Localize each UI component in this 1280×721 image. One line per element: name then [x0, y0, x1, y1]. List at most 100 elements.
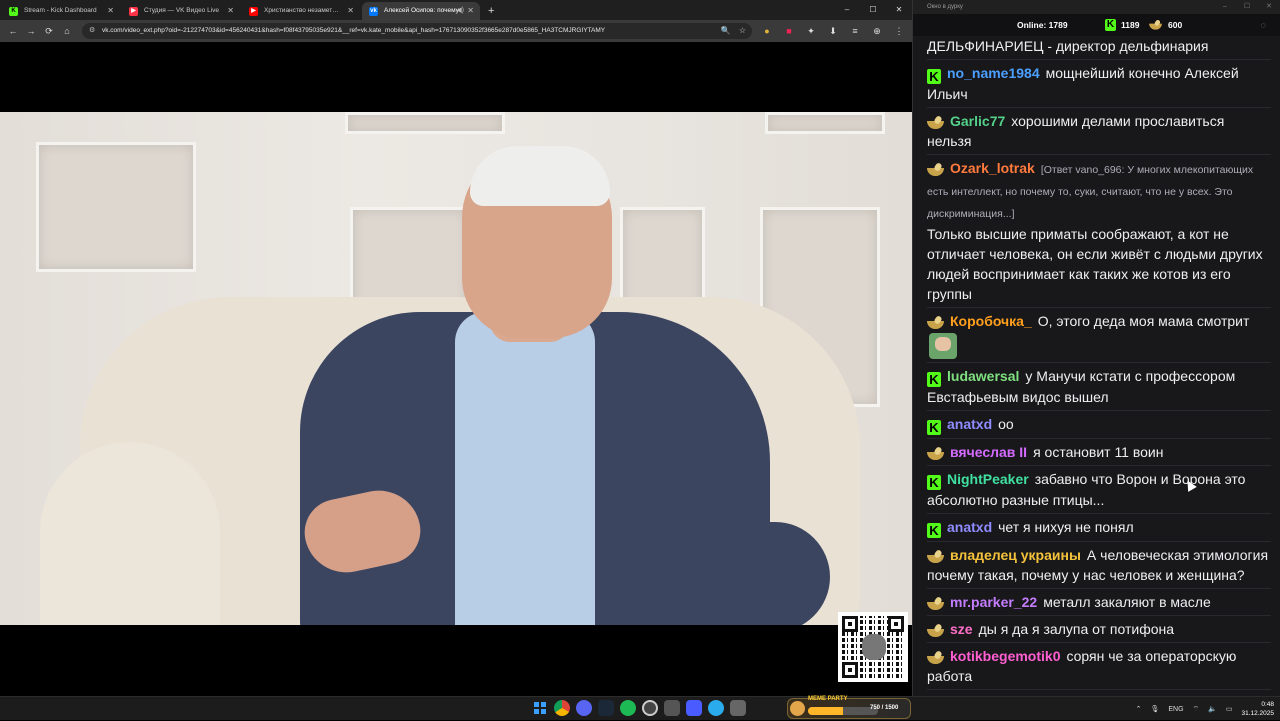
volume-icon[interactable]: 🔈	[1208, 705, 1217, 713]
minimize-button[interactable]: –	[1214, 0, 1236, 14]
steam-icon[interactable]	[598, 700, 614, 716]
chat-message: Kludawersal у Манучи кстати с профессором…	[927, 363, 1271, 411]
forward-button[interactable]: →	[22, 26, 40, 36]
gold-badge-icon	[1149, 21, 1162, 30]
windows-start-icon[interactable]	[532, 700, 548, 716]
gold-badge-icon	[927, 165, 944, 176]
extension-icon[interactable]: ●	[758, 26, 776, 37]
new-tab-button[interactable]: +	[480, 2, 502, 20]
reload-button[interactable]: ⟳	[40, 26, 58, 37]
gold-badge-icon	[927, 599, 944, 610]
chat-username[interactable]: ludawersal	[947, 368, 1019, 384]
bookmark-star-icon[interactable]: ☆	[739, 23, 746, 39]
chat-message-list[interactable]: ДЕЛЬФИНАРИЕЦ - директор дельфинария Kno_n…	[913, 36, 1280, 690]
discord-icon[interactable]	[576, 700, 592, 716]
video-player[interactable]	[0, 42, 912, 696]
chat-username[interactable]: sze	[950, 621, 973, 637]
address-bar[interactable]: ⚙ vk.com/video_ext.php?oid=-212274703&id…	[82, 23, 752, 39]
site-info-icon[interactable]: ⚙	[89, 23, 95, 39]
person-hair	[470, 146, 610, 206]
app-icon[interactable]	[730, 700, 746, 716]
meme-party-widget[interactable]: MEME PARTY 750 / 1500	[787, 696, 911, 719]
extension-puzzle-icon[interactable]: ✦	[802, 26, 820, 37]
chat-stats-bar: Online: 1789 K 1189 600 ◌	[913, 14, 1280, 36]
chat-message: Ozark_lotrak [Ответ vano_696: У многих мл…	[927, 155, 1271, 308]
close-tab-icon[interactable]: ✕	[347, 2, 354, 20]
profile-icon[interactable]: ⊕	[868, 26, 886, 37]
close-tab-icon[interactable]: ✕	[467, 2, 474, 20]
persona-emote	[929, 333, 957, 359]
chat-message: K NightPeaker забавно что Ворон и Ворона э…	[927, 466, 1271, 514]
close-window-button[interactable]: ✕	[1258, 0, 1280, 14]
language-indicator[interactable]: ENG	[1168, 706, 1183, 713]
chat-username[interactable]: NightPeaker	[947, 471, 1029, 487]
meme-party-progress	[808, 707, 878, 715]
network-icon[interactable]: ⌔	[1193, 705, 1200, 714]
meme-party-count: 750 / 1500	[870, 705, 899, 711]
kick-icon: K	[927, 69, 941, 84]
tab-vk-studio[interactable]: ▶ Студия — VK Видео Live ✕	[122, 2, 240, 20]
menu-icon[interactable]: ⋮	[890, 26, 908, 37]
home-button[interactable]: ⌂	[58, 26, 76, 36]
clock-time: 0:48	[1261, 701, 1274, 708]
kick-viewer-count: 1189	[1121, 20, 1140, 30]
clock[interactable]: 0:48 31.12.2025	[1241, 700, 1274, 718]
chat-message: Kanatxd оо	[927, 411, 1271, 439]
settings-icon[interactable]: ◌	[1261, 14, 1266, 36]
chat-message-text: металл закаляют в масле	[1043, 594, 1211, 610]
kick-icon: K	[927, 475, 941, 490]
chat-username[interactable]: Ozark_lotrak	[950, 160, 1035, 176]
chevron-up-icon[interactable]: ⌃	[1136, 705, 1142, 713]
reading-list-icon[interactable]: ≡	[846, 26, 864, 37]
chat-username[interactable]: владелец украины	[950, 547, 1081, 563]
browser-window: K Stream - Kick Dashboard ✕ ▶ Студия — V…	[0, 0, 912, 696]
close-tab-icon[interactable]: ✕	[107, 2, 114, 20]
chat-message: kotikbegemotik0 сорян че за операторскую …	[927, 643, 1271, 690]
gold-badge-icon	[927, 626, 944, 637]
kick-icon: K	[927, 372, 941, 387]
chat-username[interactable]: mr.parker_22	[950, 594, 1037, 610]
chat-message: mr.parker_22 металл закаляют в масле	[927, 589, 1271, 616]
chat-message: Kno_name1984 мощнейший конечно Алексей Ил…	[927, 60, 1271, 108]
chat-message: sze ды я да я залупа от потифона	[927, 616, 1271, 643]
search-icon[interactable]: 🔍	[721, 23, 731, 39]
chat-message-text: Только высшие приматы соображают, а кот …	[927, 226, 1263, 302]
qr-face-image	[862, 634, 886, 660]
chat-username[interactable]: Garlic77	[950, 113, 1005, 129]
tab-title: Stream - Kick Dashboard	[24, 7, 97, 14]
chat-username[interactable]: kotikbegemotik0	[950, 648, 1060, 664]
chat-username[interactable]: anatxd	[947, 416, 992, 432]
chat-message-text: я остановит 11 воин	[1033, 444, 1164, 460]
downloads-icon[interactable]: ⬇	[824, 26, 842, 37]
tab-vk-video-active[interactable]: vk Алексей Осипов: почему ◀) ✕	[362, 2, 480, 20]
gold-badge-icon	[927, 118, 944, 129]
microphone-icon[interactable]: 🎙	[1150, 705, 1159, 713]
window-controls: – ☐ ✕	[834, 0, 912, 20]
chat-message: Коробочка_ О, этого деда моя мама смотрит	[927, 308, 1271, 363]
chat-username[interactable]: Коробочка_	[950, 313, 1032, 329]
chat-username[interactable]: anatxd	[947, 519, 992, 535]
chrome-icon[interactable]	[554, 700, 570, 716]
close-window-button[interactable]: ✕	[886, 0, 912, 20]
tab-kick-dashboard[interactable]: K Stream - Kick Dashboard ✕	[2, 2, 120, 20]
minimize-button[interactable]: –	[834, 0, 860, 20]
gold-badge-icon	[927, 552, 944, 563]
app-icon[interactable]	[686, 700, 702, 716]
close-tab-icon[interactable]: ✕	[227, 2, 234, 20]
gold-badge-icon	[927, 653, 944, 664]
battery-icon[interactable]: ▭	[1226, 705, 1233, 713]
maximize-button[interactable]: ☐	[860, 0, 886, 20]
online-count: Online: 1789	[1017, 20, 1068, 30]
speaker-icon[interactable]: ◀)	[456, 2, 464, 20]
app-icon[interactable]	[664, 700, 680, 716]
chat-username[interactable]: вячеслав II	[950, 444, 1027, 460]
back-button[interactable]: ←	[4, 26, 22, 36]
extension-badge-icon[interactable]: ■	[780, 26, 798, 37]
chat-username[interactable]: no_name1984	[947, 65, 1040, 81]
qr-code-overlay	[838, 612, 908, 682]
telegram-icon[interactable]	[708, 700, 724, 716]
spotify-icon[interactable]	[620, 700, 636, 716]
obs-icon[interactable]	[642, 700, 658, 716]
maximize-button[interactable]: ☐	[1236, 0, 1258, 14]
tab-youtube[interactable]: ▶ Христианство незаметно уход ✕	[242, 2, 360, 20]
